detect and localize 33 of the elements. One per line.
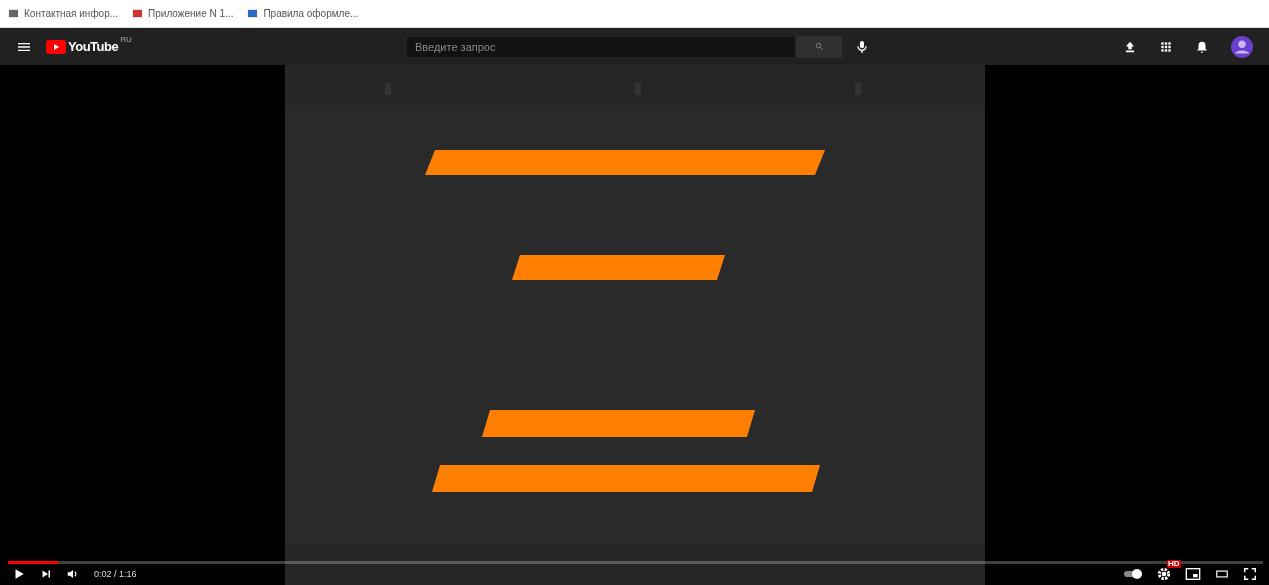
bookmark[interactable]: Правила оформле... xyxy=(247,8,359,19)
fullscreen-icon xyxy=(1243,567,1257,581)
logo-text[interactable]: YouTube xyxy=(68,39,119,54)
hd-badge: HD xyxy=(1167,560,1181,568)
bookmark[interactable]: Приложение N 1... xyxy=(132,8,234,19)
avatar-button[interactable] xyxy=(1231,35,1253,58)
region-label: RU xyxy=(120,35,132,44)
bookmark[interactable]: Контактная инфор... xyxy=(8,8,119,19)
miniplayer-button[interactable] xyxy=(1185,566,1201,582)
time-display: 0:02 / 1:16 xyxy=(94,569,137,579)
grid-icon xyxy=(1159,39,1173,54)
next-icon xyxy=(40,568,52,580)
upload-button[interactable] xyxy=(1123,39,1137,54)
miniplayer-icon xyxy=(1185,566,1201,582)
bookmark-icon xyxy=(132,8,144,19)
settings-button[interactable] xyxy=(1157,567,1171,581)
fullscreen-button[interactable] xyxy=(1243,567,1257,581)
notifications-button[interactable] xyxy=(1195,39,1209,54)
upload-icon xyxy=(1123,39,1137,54)
search-icon xyxy=(813,41,825,52)
microphone-icon xyxy=(854,38,870,55)
play-logo-icon[interactable] xyxy=(46,39,66,54)
microphone-button[interactable] xyxy=(854,38,870,55)
search-field[interactable]: Введите запрос xyxy=(406,35,796,58)
avatar-icon xyxy=(1231,35,1253,58)
next-button[interactable] xyxy=(40,568,52,580)
bookmark-icon xyxy=(8,8,19,19)
apps-button[interactable] xyxy=(1159,39,1173,54)
bell-icon xyxy=(1195,39,1209,54)
theater-button[interactable] xyxy=(1215,567,1229,581)
theater-icon xyxy=(1215,567,1229,581)
autoplay-toggle[interactable] xyxy=(1123,568,1143,580)
bookmark-icon xyxy=(247,8,259,19)
